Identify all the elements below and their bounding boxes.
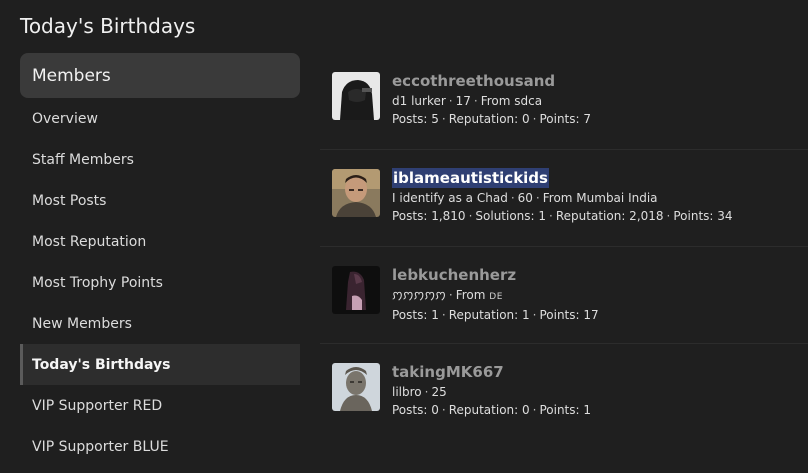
separator-dot: · — [535, 191, 540, 205]
avatar-image — [332, 72, 380, 120]
member-list: eccothreethousand d1 lurker · 17 · From sdca… — [320, 53, 808, 441]
stat-posts: Posts: 5 — [392, 112, 439, 126]
page-title: Today's Birthdays — [20, 14, 196, 38]
separator-dot: · — [448, 94, 453, 108]
member-username[interactable]: eccothreethousand — [392, 71, 555, 91]
separator-dot: · — [441, 403, 446, 417]
sidebar-item-new-members[interactable]: New Members — [20, 303, 300, 344]
avatar-image — [332, 363, 380, 411]
separator-dot: · — [441, 112, 446, 126]
avatar-image — [332, 266, 380, 314]
member-row: takingMK667 lilbro · 25 Posts: 0 · Reputatio… — [320, 344, 808, 441]
member-stats: Posts: 5 · Reputation: 0 · Points: 7 — [392, 110, 808, 128]
stat-solutions: Solutions: 1 — [475, 209, 547, 223]
member-title: I identify as a Chad — [392, 191, 508, 205]
separator-dot: · — [532, 403, 537, 417]
separator-dot: · — [510, 191, 515, 205]
avatar[interactable] — [332, 72, 380, 120]
page: Today's Birthdays Members Overview Staff… — [0, 0, 808, 473]
member-row: lebkuchenherz ꩀꩀꩀꩀꩀ · From DE Posts: 1 · Rep… — [320, 247, 808, 344]
member-title: lilbro — [392, 385, 422, 399]
stat-reputation: Reputation: 1 — [448, 308, 530, 322]
member-tagline: I identify as a Chad · 60 · From Mumbai Indi… — [392, 189, 808, 207]
sidebar-item-most-posts[interactable]: Most Posts — [20, 180, 300, 221]
country-flag-de: DE — [489, 292, 503, 302]
stat-reputation: Reputation: 2,018 — [555, 209, 664, 223]
member-age: 17 — [455, 94, 471, 108]
stat-reputation: Reputation: 0 — [448, 112, 530, 126]
member-location: From sdca — [480, 94, 543, 108]
member-tagline: d1 lurker · 17 · From sdca — [392, 92, 808, 110]
member-age: 60 — [517, 191, 533, 205]
member-info: eccothreethousand d1 lurker · 17 · From sdca… — [392, 71, 808, 128]
separator-dot: · — [666, 209, 671, 223]
sidebar-list: Overview Staff Members Most Posts Most R… — [20, 98, 300, 467]
stat-points: Points: 17 — [539, 308, 599, 322]
stat-points: Points: 7 — [539, 112, 592, 126]
member-info: takingMK667 lilbro · 25 Posts: 0 · Reputatio… — [392, 362, 808, 419]
member-username[interactable]: lebkuchenherz — [392, 265, 516, 285]
sidebar-item-staff-members[interactable]: Staff Members — [20, 139, 300, 180]
member-location-prefix: From — [455, 288, 486, 302]
sidebar-item-todays-birthdays[interactable]: Today's Birthdays — [20, 344, 300, 385]
member-row: iblameautistickids I identify as a Chad ·… — [320, 150, 808, 247]
members-sidebar: Members Overview Staff Members Most Post… — [20, 53, 300, 467]
avatar-image — [332, 169, 380, 217]
sidebar-item-vip-supporter-blue[interactable]: VIP Supporter BLUE — [20, 426, 300, 467]
member-info: lebkuchenherz ꩀꩀꩀꩀꩀ · From DE Posts: 1 · Rep… — [392, 265, 808, 324]
member-tagline: lilbro · 25 — [392, 383, 808, 401]
sidebar-item-overview[interactable]: Overview — [20, 98, 300, 139]
member-row: eccothreethousand d1 lurker · 17 · From sdca… — [320, 53, 808, 150]
separator-dot: · — [473, 94, 478, 108]
avatar[interactable] — [332, 363, 380, 411]
member-stats: Posts: 1 · Reputation: 1 · Points: 17 — [392, 306, 808, 324]
separator-dot: · — [549, 209, 553, 223]
separator-dot: · — [424, 385, 429, 399]
member-username[interactable]: takingMK667 — [392, 362, 504, 382]
separator-dot: · — [532, 308, 537, 322]
stat-points: Points: 1 — [539, 403, 592, 417]
avatar[interactable] — [332, 169, 380, 217]
avatar[interactable] — [332, 266, 380, 314]
separator-dot: · — [441, 308, 446, 322]
member-location: From Mumbai India — [542, 191, 658, 205]
member-stats: Posts: 1,810 · Solutions: 1 · Reputation: 2,… — [392, 207, 808, 225]
member-title: ꩀꩀꩀꩀꩀ — [392, 288, 446, 302]
stat-points: Points: 34 — [673, 209, 733, 223]
separator-dot: · — [532, 112, 537, 126]
member-stats: Posts: 0 · Reputation: 0 · Points: 1 — [392, 401, 808, 419]
sidebar-item-most-trophy-points[interactable]: Most Trophy Points — [20, 262, 300, 303]
member-age: 25 — [431, 385, 447, 399]
stat-reputation: Reputation: 0 — [448, 403, 530, 417]
member-info: iblameautistickids I identify as a Chad ·… — [392, 168, 808, 225]
stat-posts: Posts: 1,810 — [392, 209, 466, 223]
member-tagline: ꩀꩀꩀꩀꩀ · From DE — [392, 286, 808, 306]
member-title: d1 lurker — [392, 94, 446, 108]
separator-dot: · — [468, 209, 473, 223]
sidebar-header-members[interactable]: Members — [20, 53, 300, 98]
sidebar-item-vip-supporter-red[interactable]: VIP Supporter RED — [20, 385, 300, 426]
stat-posts: Posts: 0 — [392, 403, 439, 417]
sidebar-item-most-reputation[interactable]: Most Reputation — [20, 221, 300, 262]
separator-dot: · — [448, 288, 453, 302]
member-username[interactable]: iblameautistickids — [392, 168, 549, 188]
stat-posts: Posts: 1 — [392, 308, 439, 322]
